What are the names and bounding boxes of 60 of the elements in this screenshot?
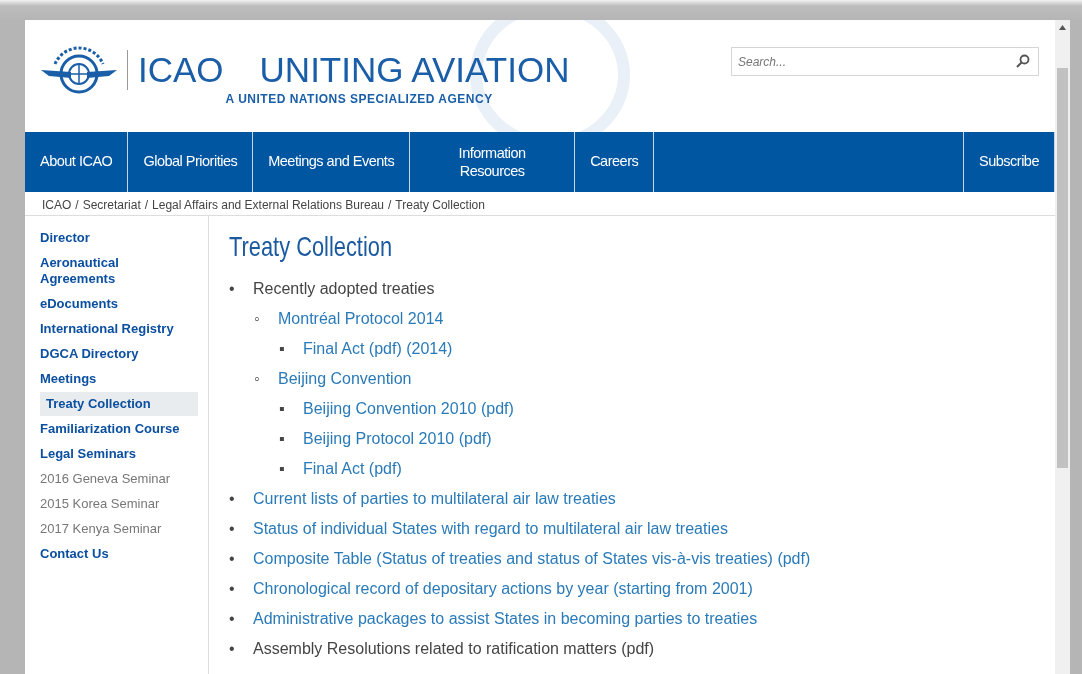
breadcrumb-link[interactable]: Secretariat bbox=[82, 198, 141, 212]
bullet-mark: • bbox=[229, 488, 236, 509]
bullet-mark: • bbox=[229, 578, 236, 599]
org-name: ICAO bbox=[127, 50, 224, 90]
breadcrumb-link[interactable]: ICAO bbox=[42, 198, 72, 212]
sidebar-item[interactable]: DGCA Directory bbox=[40, 346, 198, 362]
nav-link[interactable]: Meetings and Events bbox=[253, 132, 411, 192]
tagline: UNITING AVIATION bbox=[259, 50, 570, 90]
scrollbar[interactable] bbox=[1055, 20, 1070, 674]
search-icon[interactable] bbox=[1016, 54, 1030, 68]
bullet-mark: • bbox=[229, 548, 236, 569]
bullet-mark: • bbox=[229, 638, 236, 659]
treaty-link[interactable]: Status of individual States with regard to multilateral air law treaties bbox=[253, 519, 728, 537]
sidebar-item[interactable]: Director bbox=[40, 230, 198, 246]
sidebar-item[interactable]: Legal Seminars bbox=[40, 446, 198, 462]
treaty-link[interactable]: Chronological record of depositary actions by year (starting from 2001) bbox=[253, 579, 753, 597]
page-title: Treaty Collection bbox=[229, 230, 394, 264]
bullet-mark: ◦ bbox=[254, 308, 261, 329]
treaty-link[interactable]: Current lists of parties to multilateral air law treaties bbox=[253, 489, 616, 507]
sidebar-item[interactable]: International Registry bbox=[40, 321, 198, 337]
sidebar-item[interactable]: Aeronautical Agreements bbox=[40, 255, 160, 287]
treaty-link[interactable]: Final Act (pdf) (2014) bbox=[303, 339, 453, 357]
sidebar-item[interactable]: Contact Us bbox=[40, 546, 198, 562]
bullet-mark: ◦ bbox=[254, 368, 261, 389]
bullet-mark: • bbox=[229, 608, 236, 629]
scroll-thumb[interactable] bbox=[1057, 68, 1068, 468]
subtitle: A UNITED NATIONS SPECIALIZED AGENCY bbox=[225, 91, 494, 108]
treaty-link[interactable]: Beijing Protocol 2010 (pdf) bbox=[303, 429, 492, 447]
sidebar-item[interactable]: eDocuments bbox=[40, 296, 198, 312]
sidebar-item[interactable]: 2016 Geneva Seminar bbox=[40, 471, 198, 487]
breadcrumb-separator: / bbox=[388, 198, 392, 212]
bullet-mark: ▪ bbox=[279, 398, 286, 419]
bullet-mark: ▪ bbox=[279, 428, 286, 449]
breadcrumb-separator: / bbox=[75, 198, 79, 212]
sidebar-item[interactable]: Meetings bbox=[40, 371, 198, 387]
search-field[interactable]: Search... bbox=[731, 47, 1039, 76]
treaty-link[interactable]: Composite Table (Status of treaties and status of States vis-à-vis treaties) (pdf) bbox=[253, 549, 811, 567]
treaty-link[interactable]: Administrative packages to assist States in becoming parties to treaties bbox=[253, 609, 758, 627]
list-text: Assembly Resolutions related to ratification matters (pdf) bbox=[253, 639, 655, 657]
bullet-mark: • bbox=[229, 278, 236, 299]
breadcrumb-link[interactable]: Legal Affairs and External Relations Bureau bbox=[152, 198, 384, 212]
treaty-link[interactable]: Final Act (pdf) bbox=[303, 459, 402, 477]
treaty-link[interactable]: Beijing Convention bbox=[278, 369, 412, 387]
nav-link[interactable]: Global Priorities bbox=[128, 132, 254, 192]
nav-link[interactable]: Careers bbox=[575, 132, 655, 192]
bullet-mark: ▪ bbox=[279, 338, 286, 359]
nav-link[interactable]: About ICAO bbox=[25, 132, 129, 192]
breadcrumb-separator: / bbox=[144, 198, 149, 212]
breadcrumb-link[interactable]: Treaty Collection bbox=[395, 198, 485, 212]
nav-link[interactable]: Information Resources bbox=[410, 132, 576, 192]
bullet-mark: ▪ bbox=[279, 458, 286, 479]
sidebar-item[interactable]: Treaty Collection bbox=[40, 392, 198, 416]
scroll-up-icon[interactable] bbox=[1059, 25, 1066, 30]
treaty-link[interactable]: Beijing Convention 2010 (pdf) bbox=[303, 399, 514, 417]
bullet-mark: • bbox=[229, 518, 236, 539]
list-text: Recently adopted treaties bbox=[253, 279, 435, 297]
sidebar-item[interactable]: 2017 Kenya Seminar bbox=[40, 521, 198, 537]
treaty-link[interactable]: Montréal Protocol 2014 bbox=[278, 309, 444, 327]
sidebar-item[interactable]: 2015 Korea Seminar bbox=[40, 496, 198, 512]
sidebar-item[interactable]: Familiarization Course bbox=[40, 421, 198, 437]
